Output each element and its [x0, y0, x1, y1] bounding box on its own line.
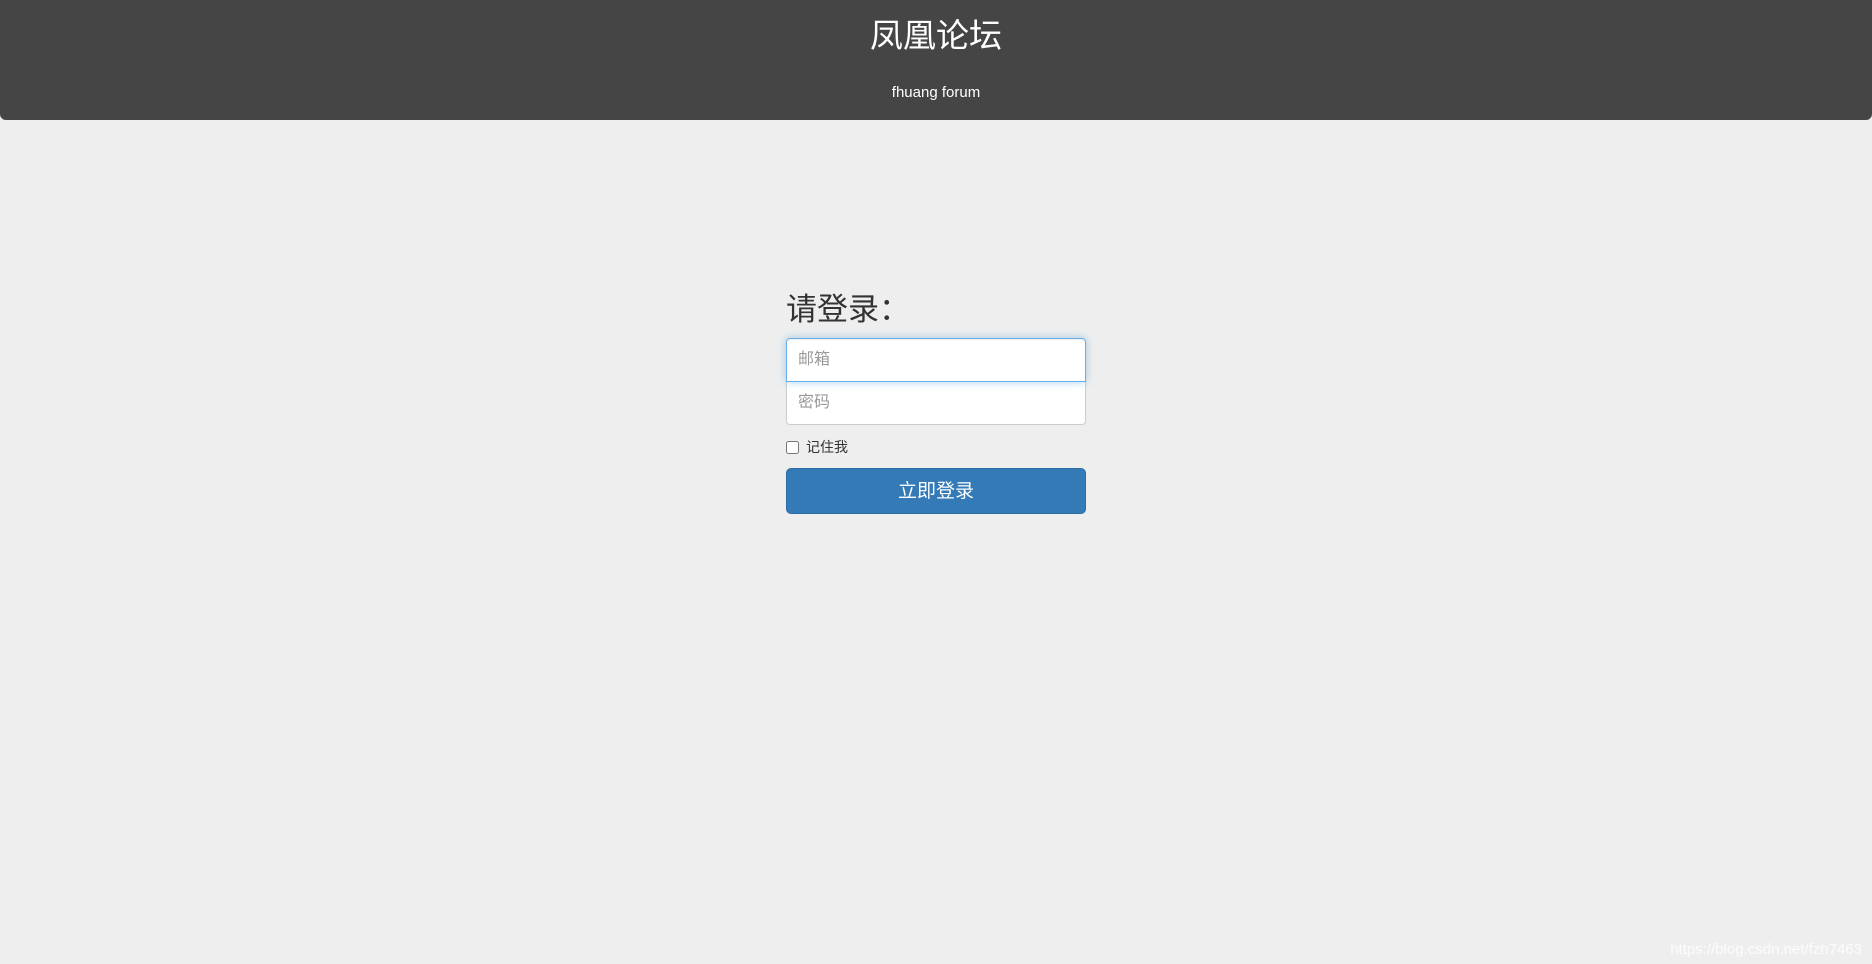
login-heading: 请登录： [786, 292, 910, 327]
remember-me-checkbox[interactable] [786, 440, 799, 454]
remember-me-label: 记住我 [806, 439, 848, 455]
login-form: 请登录： 记住我 立即登录 [786, 288, 1086, 514]
watermark: https://blog.csdn.net/fzh7463 [1670, 941, 1862, 958]
email-input[interactable] [786, 338, 1086, 382]
site-header: 凤凰论坛 fhuang forum [0, 0, 1872, 120]
login-button[interactable]: 立即登录 [786, 468, 1086, 514]
password-input[interactable] [786, 381, 1086, 425]
site-title: 凤凰论坛 [870, 17, 1002, 54]
site-subtitle: fhuang forum [891, 84, 981, 101]
remember-me[interactable]: 记住我 [786, 438, 1086, 456]
